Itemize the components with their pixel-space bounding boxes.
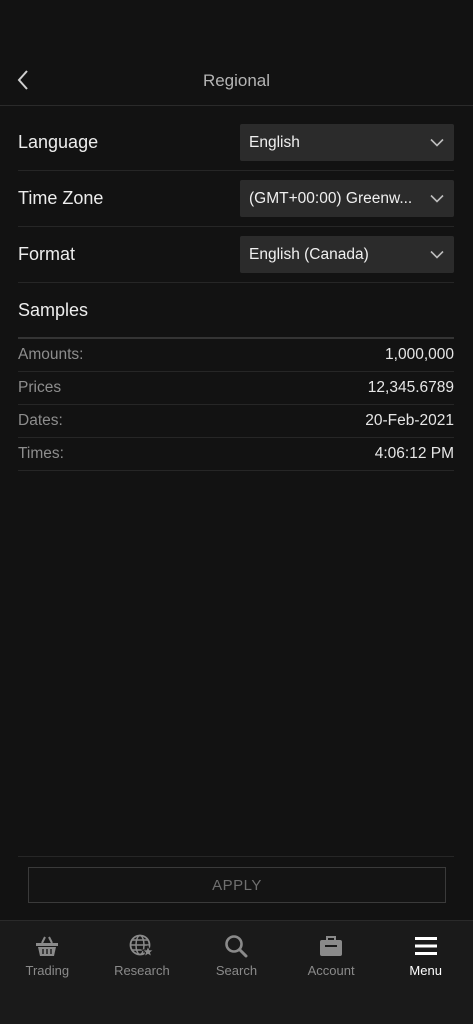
tab-label: Account: [307, 963, 355, 978]
settings-list: Language English Time Zone (GMT+00:00) G…: [18, 115, 454, 471]
tab-menu[interactable]: Menu: [378, 921, 473, 1024]
tab-trading[interactable]: Trading: [0, 921, 95, 1024]
apply-area: APPLY: [18, 856, 454, 903]
samples-header: Samples: [18, 283, 454, 339]
sample-value: 4:06:12 PM: [374, 445, 454, 462]
time-zone-select[interactable]: (GMT+00:00) Greenw...: [240, 180, 454, 217]
search-icon: [225, 935, 248, 958]
apply-button[interactable]: APPLY: [28, 867, 446, 903]
sample-row-times: Times: 4:06:12 PM: [18, 438, 454, 471]
tab-research[interactable]: Research: [95, 921, 190, 1024]
sample-value: 12,345.6789: [367, 379, 454, 396]
tab-label: Research: [114, 963, 170, 978]
samples-title: Samples: [18, 299, 89, 320]
tab-label: Menu: [409, 963, 442, 978]
format-select[interactable]: English (Canada): [240, 236, 454, 273]
page-title: Regional: [202, 71, 271, 90]
language-value: English: [249, 133, 300, 151]
apply-button-label: APPLY: [212, 876, 262, 894]
chevron-down-icon: [430, 194, 444, 203]
format-value: English (Canada): [249, 245, 369, 263]
language-select[interactable]: English: [240, 124, 454, 161]
sample-label: Prices: [18, 379, 62, 396]
tab-bar: Trading Research Search Account Menu: [0, 920, 473, 1024]
tab-account[interactable]: Account: [284, 921, 379, 1024]
sample-label: Times:: [18, 445, 64, 462]
format-label: Format: [18, 244, 76, 264]
tab-search[interactable]: Search: [189, 921, 284, 1024]
sample-row-dates: Dates: 20-Feb-2021: [18, 405, 454, 438]
sample-value: 20-Feb-2021: [365, 412, 454, 429]
briefcase-icon: [320, 936, 343, 956]
sample-row-amounts: Amounts: 1,000,000: [18, 339, 454, 372]
tab-label: Search: [215, 963, 258, 978]
globe-star-icon: [129, 934, 155, 958]
time-zone-label: Time Zone: [18, 188, 104, 208]
language-label: Language: [18, 132, 99, 152]
sample-row-prices: Prices 12,345.6789: [18, 372, 454, 405]
time-zone-value: (GMT+00:00) Greenw...: [249, 189, 413, 207]
format-row: Format English (Canada): [18, 227, 454, 283]
tab-label: Trading: [25, 963, 70, 978]
time-zone-row: Time Zone (GMT+00:00) Greenw...: [18, 171, 454, 227]
sample-value: 1,000,000: [385, 346, 454, 363]
sample-label: Dates:: [18, 412, 63, 429]
chevron-down-icon: [430, 138, 444, 147]
menu-icon: [414, 937, 437, 955]
header: Regional: [0, 52, 473, 106]
chevron-down-icon: [430, 250, 444, 259]
basket-icon: [36, 936, 59, 956]
sample-label: Amounts:: [18, 346, 84, 363]
language-row: Language English: [18, 115, 454, 171]
